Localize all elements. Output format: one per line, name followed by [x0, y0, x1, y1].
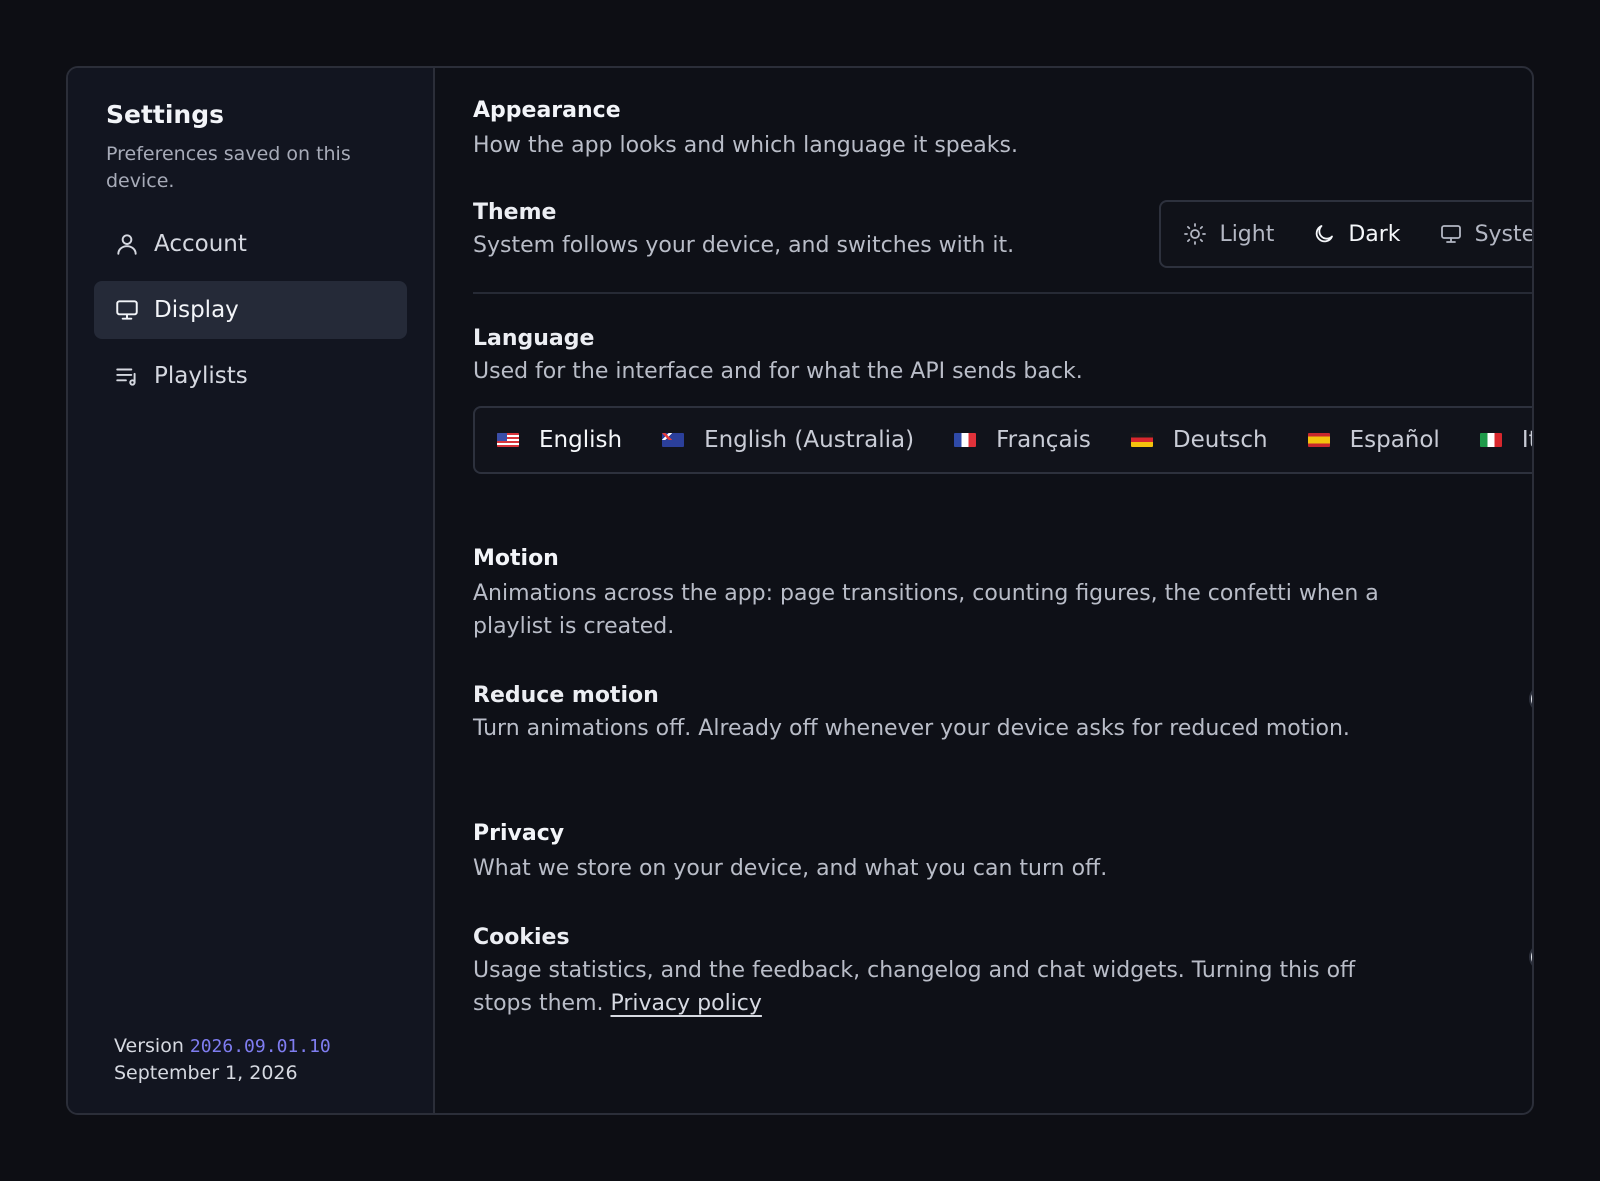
language-option-label: Français [996, 427, 1091, 453]
motion-section: Motion Animations across the app: page t… [473, 546, 1532, 643]
reduce-motion-title: Reduce motion [473, 683, 659, 708]
playlist-icon [114, 363, 140, 389]
motion-description: Animations across the app: page transiti… [473, 581, 1379, 639]
appearance-description: How the app looks and which language it … [473, 133, 1018, 158]
au-flag-icon [662, 433, 685, 447]
cookies-title: Cookies [473, 925, 570, 950]
theme-option-light[interactable]: Light [1183, 222, 1274, 247]
language-option-label: Italia [1521, 427, 1532, 453]
language-option-label: Español [1349, 427, 1440, 453]
sun-icon [1184, 223, 1207, 245]
de-flag-icon [1130, 433, 1153, 447]
language-option-label: English (Australia) [704, 427, 915, 453]
language-section: Language Used for the interface and for … [473, 326, 1532, 474]
sidebar-item-account[interactable]: Account [94, 215, 407, 273]
sidebar-item-playlists[interactable]: Playlists [94, 347, 407, 405]
settings-modal: Settings Preferences saved on this devic… [66, 66, 1534, 1115]
settings-sidebar: Settings Preferences saved on this devic… [68, 68, 435, 1113]
language-selector: English English (Australia) Français Deu… [473, 406, 1532, 474]
theme-option-label: System [1474, 221, 1534, 247]
language-option-deutsch[interactable]: Deutsch [1130, 427, 1268, 453]
reduce-motion-description: Turn animations off. Already off wheneve… [473, 716, 1350, 741]
cookies-row: Cookies Usage statistics, and the feedba… [473, 925, 1532, 1020]
it-flag-icon [1479, 433, 1502, 447]
settings-nav: Account Display Playlists [94, 215, 407, 405]
language-option-label: Deutsch [1172, 427, 1268, 453]
version-number: 2026.09.01.10 [189, 1036, 331, 1057]
sidebar-item-display[interactable]: Display [94, 281, 407, 339]
language-description: Used for the interface and for what the … [473, 359, 1083, 384]
us-flag-icon [497, 433, 519, 447]
motion-title: Motion [473, 546, 559, 571]
privacy-description: What we store on your device, and what y… [473, 856, 1108, 881]
es-flag-icon [1307, 433, 1330, 447]
privacy-section: Privacy What we store on your device, an… [473, 821, 1532, 885]
language-option-espanol[interactable]: Español [1307, 427, 1440, 453]
language-option-francais[interactable]: Français [954, 427, 1091, 453]
sidebar-subtitle: Preferences saved on this device. [106, 143, 351, 192]
toggle-knob [1530, 687, 1532, 711]
theme-row: Theme System follows your device, and sw… [473, 200, 1534, 292]
sidebar-item-label: Account [154, 231, 247, 257]
language-option-label: English [539, 427, 623, 453]
sidebar-item-label: Playlists [154, 363, 248, 389]
theme-selector: Light Dark System [1159, 200, 1534, 268]
language-option-italiano[interactable]: Italia [1479, 427, 1532, 453]
privacy-title: Privacy [473, 821, 565, 846]
monitor-icon [114, 297, 140, 323]
monitor-icon [1440, 225, 1461, 243]
moon-icon [1316, 225, 1334, 243]
theme-option-dark[interactable]: Dark [1312, 221, 1401, 247]
settings-content: Appearance How the app looks and which l… [435, 68, 1534, 1113]
appearance-section: Appearance How the app looks and which l… [473, 98, 1532, 162]
cookies-description-wrap: Usage statistics, and the feedback, chan… [473, 954, 1373, 1020]
version-label: Version [114, 1035, 184, 1057]
theme-option-label: Light [1219, 221, 1275, 247]
language-title: Language [473, 326, 595, 351]
toggle-knob [1530, 945, 1532, 969]
theme-option-label: Dark [1348, 221, 1401, 247]
reduce-motion-row: Reduce motion Turn animations off. Alrea… [473, 683, 1532, 745]
section-divider [473, 292, 1532, 294]
privacy-policy-link[interactable]: Privacy policy [611, 991, 762, 1016]
fr-flag-icon [954, 433, 977, 447]
cookies-description: Usage statistics, and the feedback, chan… [473, 958, 1356, 1016]
language-option-english[interactable]: English [497, 427, 622, 453]
theme-option-system[interactable]: System [1439, 221, 1534, 247]
language-option-english-australia[interactable]: English (Australia) [662, 427, 914, 453]
appearance-title: Appearance [473, 98, 621, 123]
version-date: September 1, 2026 [114, 1062, 298, 1084]
user-icon [114, 231, 140, 257]
version-info: Version 2026.09.01.10 September 1, 2026 [114, 1033, 331, 1087]
sidebar-title: Settings [106, 100, 225, 129]
sidebar-item-label: Display [154, 297, 239, 323]
